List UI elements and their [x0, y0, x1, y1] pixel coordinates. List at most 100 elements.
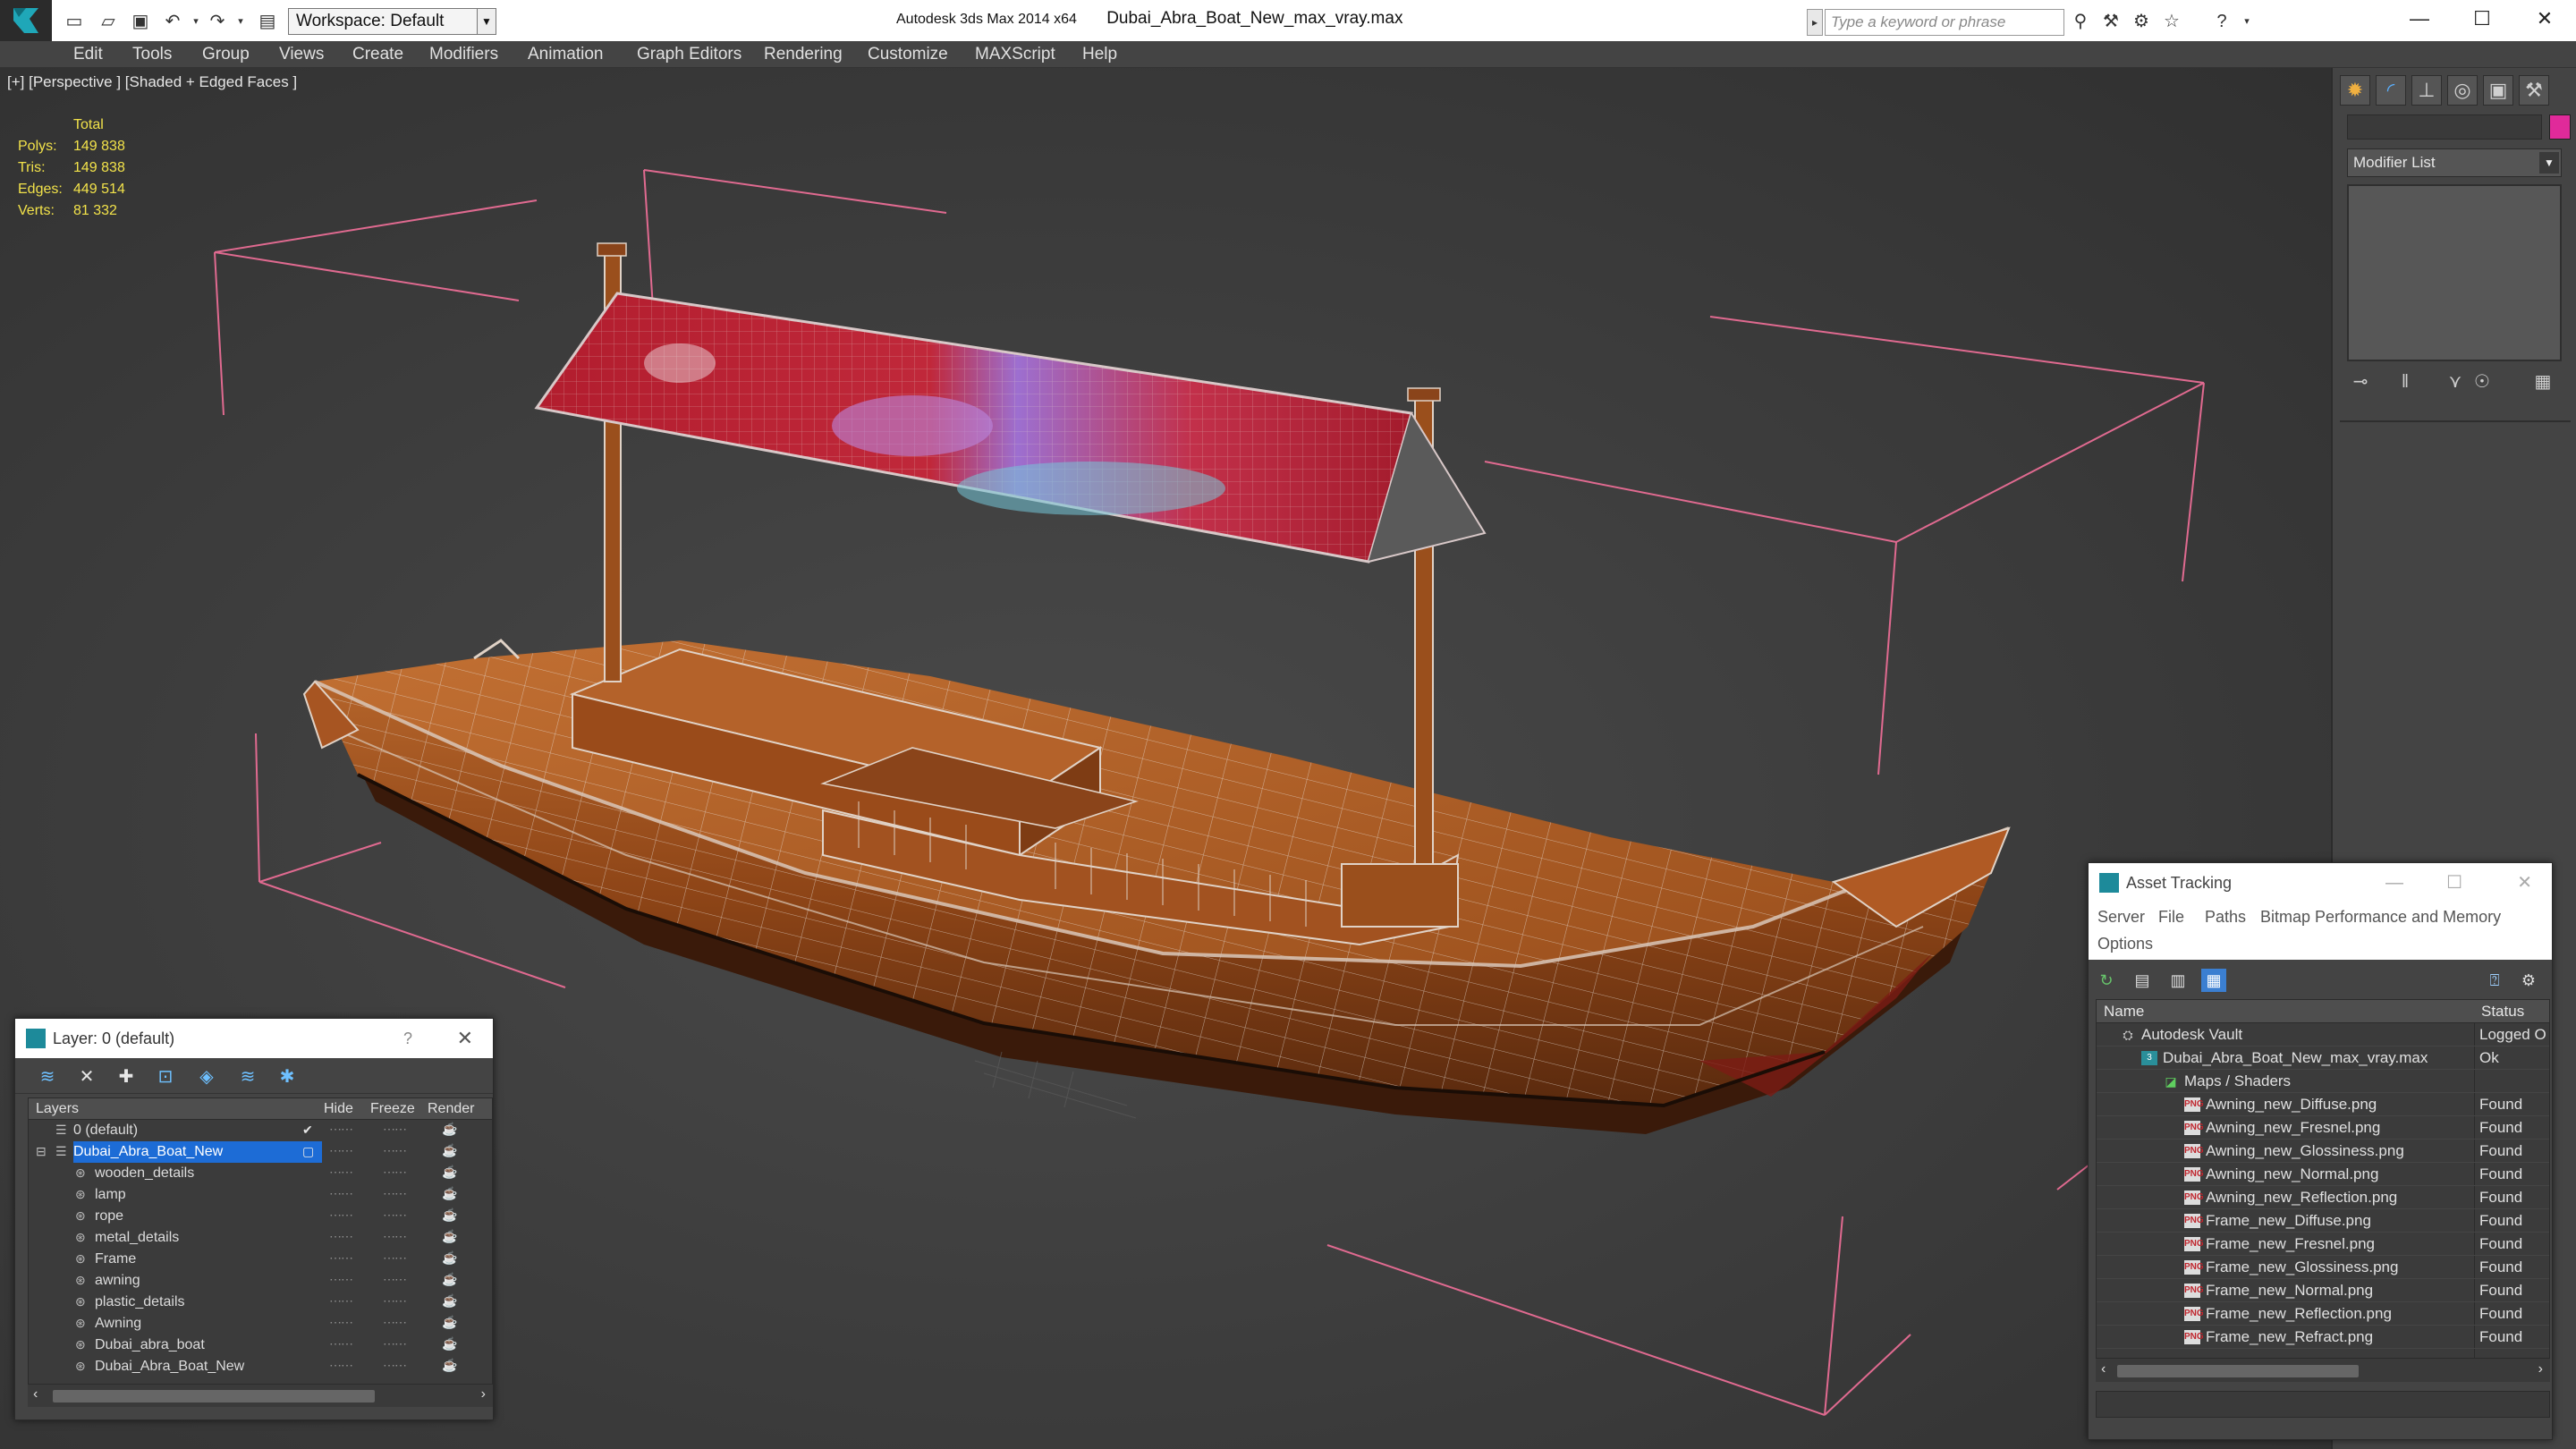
- open-file-icon[interactable]: ▱: [97, 9, 120, 32]
- hide-all-layers-icon[interactable]: ≋: [235, 1065, 260, 1089]
- freeze-toggle[interactable]: ⋯⋯: [383, 1250, 407, 1266]
- search-input[interactable]: Type a keyword or phrase: [1825, 9, 2064, 36]
- refresh-icon[interactable]: ↻: [2094, 969, 2119, 992]
- modifier-list-dropdown[interactable]: Modifier List ▼: [2347, 148, 2562, 177]
- freeze-toggle[interactable]: ⋯⋯: [383, 1358, 407, 1373]
- asset-row[interactable]: PNG Frame_new_Refract.png Found: [2097, 1326, 2549, 1349]
- subscription-icon[interactable]: ⚙: [2129, 10, 2154, 33]
- detail-view-icon[interactable]: ▥: [2165, 969, 2190, 992]
- layer-object-row[interactable]: ⊛ lamp ⋯⋯ ⋯⋯ ☕: [29, 1184, 494, 1206]
- render-teapot-icon[interactable]: ☕: [442, 1143, 457, 1158]
- freeze-toggle[interactable]: ⋯⋯: [383, 1293, 407, 1309]
- menu-create[interactable]: Create: [352, 45, 403, 64]
- render-teapot-icon[interactable]: ☕: [442, 1229, 457, 1244]
- hide-toggle[interactable]: ⋯⋯: [329, 1250, 353, 1266]
- delete-layer-icon[interactable]: ✕: [74, 1065, 99, 1089]
- freeze-toggle[interactable]: ⋯⋯: [383, 1315, 407, 1330]
- close-icon[interactable]: ✕: [2513, 0, 2576, 39]
- set-active-box-icon[interactable]: ▢: [302, 1144, 314, 1159]
- layer-object-row[interactable]: ⊛ Frame ⋯⋯ ⋯⋯ ☕: [29, 1249, 494, 1270]
- menu-bitmap-performance[interactable]: Bitmap Performance and Memory: [2260, 908, 2501, 927]
- horizontal-scrollbar[interactable]: ‹ ›: [2096, 1359, 2550, 1382]
- menu-paths[interactable]: Paths: [2205, 908, 2246, 927]
- freeze-toggle[interactable]: ⋯⋯: [383, 1208, 407, 1223]
- show-end-result-icon[interactable]: ‖: [2392, 369, 2419, 395]
- render-teapot-icon[interactable]: ☕: [442, 1272, 457, 1287]
- asset-row[interactable]: ⛭ Autodesk Vault Logged O: [2097, 1023, 2549, 1046]
- freeze-column-header[interactable]: Freeze: [370, 1101, 415, 1117]
- menu-graph-editors[interactable]: Graph Editors: [637, 45, 741, 64]
- tools-icon[interactable]: ⚒: [2098, 10, 2123, 33]
- scroll-right-icon[interactable]: ›: [481, 1386, 486, 1402]
- redo-icon[interactable]: ↷: [206, 9, 229, 32]
- freeze-toggle[interactable]: ⋯⋯: [383, 1229, 407, 1244]
- render-teapot-icon[interactable]: ☕: [442, 1336, 457, 1352]
- active-layer-check-icon[interactable]: ✔: [302, 1123, 313, 1138]
- render-teapot-icon[interactable]: ☕: [442, 1358, 457, 1373]
- menu-help[interactable]: Help: [1082, 45, 1117, 64]
- hide-column-header[interactable]: Hide: [324, 1101, 353, 1117]
- menu-server[interactable]: Server: [2097, 908, 2145, 927]
- menu-options[interactable]: Options: [2097, 935, 2153, 953]
- render-teapot-icon[interactable]: ☕: [442, 1165, 457, 1180]
- workspace-selector[interactable]: Workspace: Default ▼: [288, 8, 496, 35]
- freeze-toggle[interactable]: ⋯⋯: [383, 1122, 407, 1137]
- asset-window-titlebar[interactable]: Asset Tracking — ☐ ✕: [2089, 863, 2552, 902]
- freeze-all-layers-icon[interactable]: ✱: [275, 1065, 300, 1089]
- configure-sets-icon[interactable]: ▦: [2529, 369, 2556, 395]
- asset-row[interactable]: PNG Awning_new_Diffuse.png Found: [2097, 1093, 2549, 1116]
- object-color-swatch[interactable]: [2549, 114, 2571, 140]
- hide-toggle[interactable]: ⋯⋯: [329, 1315, 353, 1330]
- modifier-stack[interactable]: [2347, 184, 2562, 361]
- status-column-header[interactable]: Status: [2481, 1003, 2524, 1021]
- search-expand-icon[interactable]: ▸: [1807, 9, 1823, 36]
- help-icon[interactable]: ⍰: [2482, 969, 2507, 992]
- save-file-icon[interactable]: ▣: [129, 9, 152, 32]
- menu-tools[interactable]: Tools: [132, 45, 172, 64]
- menu-modifiers[interactable]: Modifiers: [429, 45, 498, 64]
- hide-toggle[interactable]: ⋯⋯: [329, 1208, 353, 1223]
- settings-icon[interactable]: ⚙: [2516, 969, 2541, 992]
- layer-object-row[interactable]: ⊛ plastic_details ⋯⋯ ⋯⋯ ☕: [29, 1292, 494, 1313]
- close-icon[interactable]: ✕: [457, 1019, 473, 1058]
- asset-row[interactable]: ◪ Maps / Shaders: [2097, 1070, 2549, 1093]
- object-name-field[interactable]: [2347, 114, 2542, 140]
- render-teapot-icon[interactable]: ☕: [442, 1208, 457, 1223]
- render-teapot-icon[interactable]: ☕: [442, 1315, 457, 1330]
- binoculars-icon[interactable]: ⚲: [2068, 10, 2093, 33]
- minimize-icon[interactable]: —: [2388, 0, 2451, 39]
- hide-toggle[interactable]: ⋯⋯: [329, 1186, 353, 1201]
- hide-toggle[interactable]: ⋯⋯: [329, 1229, 353, 1244]
- asset-tracking-window[interactable]: Asset Tracking — ☐ ✕ Server File Paths B…: [2088, 862, 2553, 1440]
- expand-icon[interactable]: ⊟: [36, 1144, 47, 1159]
- layer-object-row[interactable]: ⊛ Awning ⋯⋯ ⋯⋯ ☕: [29, 1313, 494, 1335]
- layer-object-row[interactable]: ⊛ rope ⋯⋯ ⋯⋯ ☕: [29, 1206, 494, 1227]
- layer-window-titlebar[interactable]: Layer: 0 (default) ? ✕: [15, 1019, 493, 1058]
- help-icon[interactable]: ?: [403, 1019, 412, 1058]
- asset-row[interactable]: PNG Awning_new_Fresnel.png Found: [2097, 1116, 2549, 1140]
- minimize-icon[interactable]: —: [2385, 863, 2403, 902]
- undo-icon[interactable]: ↶: [161, 9, 184, 32]
- layer-object-row[interactable]: ⊛ metal_details ⋯⋯ ⋯⋯ ☕: [29, 1227, 494, 1249]
- layer-row-selected[interactable]: ⊟ ☰ Dubai_Abra_Boat_New ▢ ⋯⋯ ⋯⋯ ☕: [29, 1141, 494, 1163]
- redo-dropdown-icon[interactable]: ▾: [229, 9, 252, 32]
- freeze-toggle[interactable]: ⋯⋯: [383, 1272, 407, 1287]
- help-dropdown-icon[interactable]: ▾: [2234, 10, 2259, 33]
- scroll-thumb[interactable]: [2117, 1365, 2359, 1377]
- freeze-toggle[interactable]: ⋯⋯: [383, 1336, 407, 1352]
- layer-object-row[interactable]: ⊛ Dubai_Abra_Boat_New ⋯⋯ ⋯⋯ ☕: [29, 1356, 494, 1377]
- asset-row[interactable]: PNG Frame_new_Fresnel.png Found: [2097, 1233, 2549, 1256]
- scroll-right-icon[interactable]: ›: [2538, 1361, 2543, 1377]
- freeze-toggle[interactable]: ⋯⋯: [383, 1143, 407, 1158]
- layers-column-header[interactable]: Layers: [36, 1101, 79, 1117]
- select-objects-icon[interactable]: ⊡: [153, 1065, 178, 1089]
- hide-toggle[interactable]: ⋯⋯: [329, 1122, 353, 1137]
- asset-row[interactable]: PNG Frame_new_Normal.png Found: [2097, 1279, 2549, 1302]
- hide-toggle[interactable]: ⋯⋯: [329, 1143, 353, 1158]
- menu-views[interactable]: Views: [279, 45, 324, 64]
- layer-manager-window[interactable]: Layer: 0 (default) ? ✕ ≋ ✕ ✚ ⊡ ◈ ≋ ✱ Lay…: [14, 1018, 494, 1420]
- display-tab-icon[interactable]: ▣: [2483, 75, 2513, 106]
- menu-customize[interactable]: Customize: [868, 45, 948, 64]
- menu-animation[interactable]: Animation: [528, 45, 604, 64]
- create-tab-icon[interactable]: ✹: [2340, 75, 2370, 106]
